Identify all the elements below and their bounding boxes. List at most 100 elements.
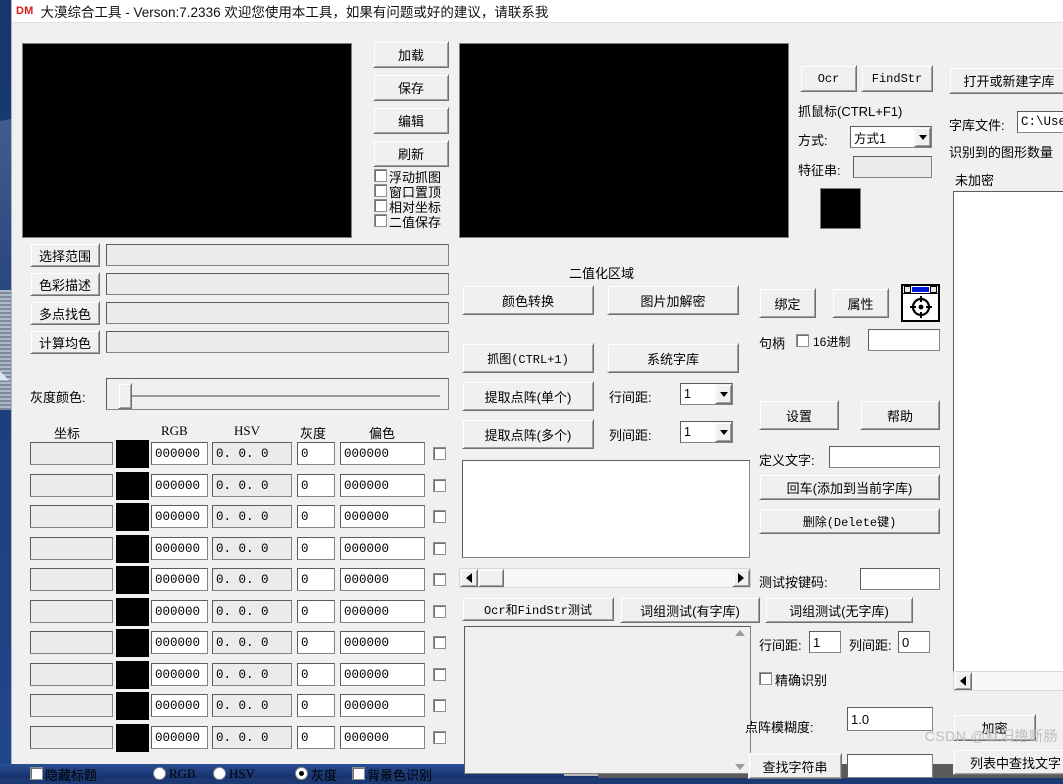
- target-selector-button[interactable]: [901, 284, 940, 322]
- cell-color-swatch[interactable]: [116, 503, 149, 531]
- cell-rgb[interactable]: 000000: [151, 568, 208, 591]
- cell-color-swatch[interactable]: [116, 692, 149, 720]
- scroll-left-icon[interactable]: [460, 569, 478, 587]
- cell-gray[interactable]: 0: [297, 537, 335, 560]
- hscroll-thumb[interactable]: [478, 569, 504, 587]
- load-button[interactable]: 加载: [373, 41, 449, 68]
- findstr-button[interactable]: FindStr: [861, 65, 933, 92]
- cell-gray[interactable]: 0: [297, 505, 335, 528]
- cell-checkbox[interactable]: [433, 542, 446, 555]
- scroll-right-icon[interactable]: [732, 569, 750, 587]
- cell-hsv[interactable]: 0. 0. 0: [212, 474, 292, 497]
- color-convert-button[interactable]: 颜色转换: [462, 285, 594, 315]
- center-row-spacing-combo[interactable]: 1: [680, 383, 733, 405]
- cell-color-swatch[interactable]: [116, 535, 149, 563]
- calc-average-color-button[interactable]: 计算均色: [30, 330, 100, 354]
- cell-bias[interactable]: 000000: [340, 537, 425, 560]
- library-file-input[interactable]: C:\User: [1017, 111, 1063, 133]
- cell-hsv[interactable]: 0. 0. 0: [212, 600, 292, 623]
- help-button[interactable]: 帮助: [860, 400, 940, 430]
- checkbox-window-topmost[interactable]: [374, 184, 387, 197]
- bind-button[interactable]: 绑定: [759, 288, 816, 318]
- ocr-result-list[interactable]: [464, 626, 751, 774]
- tab-phrase-test-no-lib[interactable]: 词组测试(无字库): [765, 597, 913, 623]
- right-line-spacing-input[interactable]: 1: [809, 631, 841, 653]
- cell-checkbox[interactable]: [433, 699, 446, 712]
- cell-bias[interactable]: 000000: [340, 505, 425, 528]
- scroll-left-icon[interactable]: [954, 672, 972, 690]
- cell-bias[interactable]: 000000: [340, 568, 425, 591]
- cell-coord[interactable]: [30, 694, 113, 717]
- dot-blur-input[interactable]: 1.0: [847, 707, 933, 731]
- tab-ocr-findstr-test[interactable]: Ocr和FindStr测试: [462, 597, 614, 621]
- hscroll-track[interactable]: [504, 569, 732, 587]
- checkbox-binary-save[interactable]: [374, 214, 387, 227]
- cell-hsv[interactable]: 0. 0. 0: [212, 442, 292, 465]
- capture-button[interactable]: 抓图(CTRL+1): [462, 343, 594, 373]
- right-col-spacing-input[interactable]: 0: [898, 631, 930, 653]
- chevron-down-icon[interactable]: [715, 384, 732, 404]
- cell-checkbox[interactable]: [433, 573, 446, 586]
- cell-color-swatch[interactable]: [116, 724, 149, 752]
- cell-rgb[interactable]: 000000: [151, 537, 208, 560]
- tab-phrase-test-with-lib[interactable]: 词组测试(有字库): [620, 597, 760, 623]
- feature-string-input[interactable]: [853, 156, 932, 178]
- gray-color-slider-panel[interactable]: [106, 378, 449, 410]
- color-description-button[interactable]: 色彩描述: [30, 272, 100, 296]
- cell-checkbox[interactable]: [433, 510, 446, 523]
- extract-dot-multi-button[interactable]: 提取点阵(多个): [462, 419, 594, 449]
- radio-rgb[interactable]: [153, 767, 166, 780]
- cell-rgb[interactable]: 000000: [151, 726, 208, 749]
- cell-checkbox[interactable]: [433, 636, 446, 649]
- save-button[interactable]: 保存: [373, 74, 449, 101]
- hscroll-track[interactable]: [972, 672, 1063, 690]
- cell-color-swatch[interactable]: [116, 661, 149, 689]
- calc-average-color-input[interactable]: [106, 331, 449, 353]
- cell-coord[interactable]: [30, 631, 113, 654]
- cell-checkbox[interactable]: [433, 731, 446, 744]
- multi-point-color-input[interactable]: [106, 302, 449, 324]
- cell-bias[interactable]: 000000: [340, 474, 425, 497]
- ocr-button[interactable]: Ocr: [800, 65, 857, 92]
- select-range-button[interactable]: 选择范围: [30, 243, 100, 267]
- cell-hsv[interactable]: 0. 0. 0: [212, 537, 292, 560]
- cell-gray[interactable]: 0: [297, 631, 335, 654]
- title-bar[interactable]: DM 大漠综合工具 - Verson:7.2336 欢迎您使用本工具，如果有问题…: [12, 0, 1063, 23]
- cell-rgb[interactable]: 000000: [151, 505, 208, 528]
- cell-gray[interactable]: 0: [297, 694, 335, 717]
- cell-bias[interactable]: 000000: [340, 663, 425, 686]
- cell-bias[interactable]: 000000: [340, 726, 425, 749]
- dot-matrix-hscrollbar[interactable]: [459, 568, 751, 588]
- dot-matrix-preview[interactable]: [462, 460, 750, 558]
- radio-hsv[interactable]: [213, 767, 226, 780]
- cell-rgb[interactable]: 000000: [151, 631, 208, 654]
- scroll-up-icon[interactable]: [734, 630, 745, 636]
- checkbox-hide-title[interactable]: [30, 767, 43, 780]
- define-text-input[interactable]: [829, 446, 940, 468]
- cell-coord[interactable]: [30, 442, 113, 465]
- cell-hsv[interactable]: 0. 0. 0: [212, 505, 292, 528]
- cell-color-swatch[interactable]: [116, 629, 149, 657]
- radio-gray[interactable]: [295, 767, 308, 780]
- delete-button[interactable]: 删除(Delete键): [759, 508, 940, 534]
- system-font-library-button[interactable]: 系统字库: [607, 343, 739, 373]
- chevron-down-icon[interactable]: [715, 422, 732, 442]
- cell-rgb[interactable]: 000000: [151, 694, 208, 717]
- cell-bias[interactable]: 000000: [340, 631, 425, 654]
- cell-gray[interactable]: 0: [297, 600, 335, 623]
- cell-coord[interactable]: [30, 663, 113, 686]
- capture-preview-center[interactable]: [459, 43, 789, 238]
- capture-preview-left[interactable]: [22, 43, 352, 238]
- cell-coord[interactable]: [30, 726, 113, 749]
- cell-checkbox[interactable]: [433, 605, 446, 618]
- cell-color-swatch[interactable]: [116, 566, 149, 594]
- cell-checkbox[interactable]: [433, 668, 446, 681]
- cell-coord[interactable]: [30, 600, 113, 623]
- cell-rgb[interactable]: 000000: [151, 474, 208, 497]
- chevron-down-icon[interactable]: [914, 127, 931, 147]
- checkbox-exact-recognize[interactable]: [759, 672, 772, 685]
- color-description-input[interactable]: [106, 273, 449, 295]
- center-col-spacing-combo[interactable]: 1: [680, 421, 733, 443]
- enter-add-to-library-button[interactable]: 回车(添加到当前字库): [759, 474, 940, 500]
- library-list[interactable]: [953, 191, 1063, 672]
